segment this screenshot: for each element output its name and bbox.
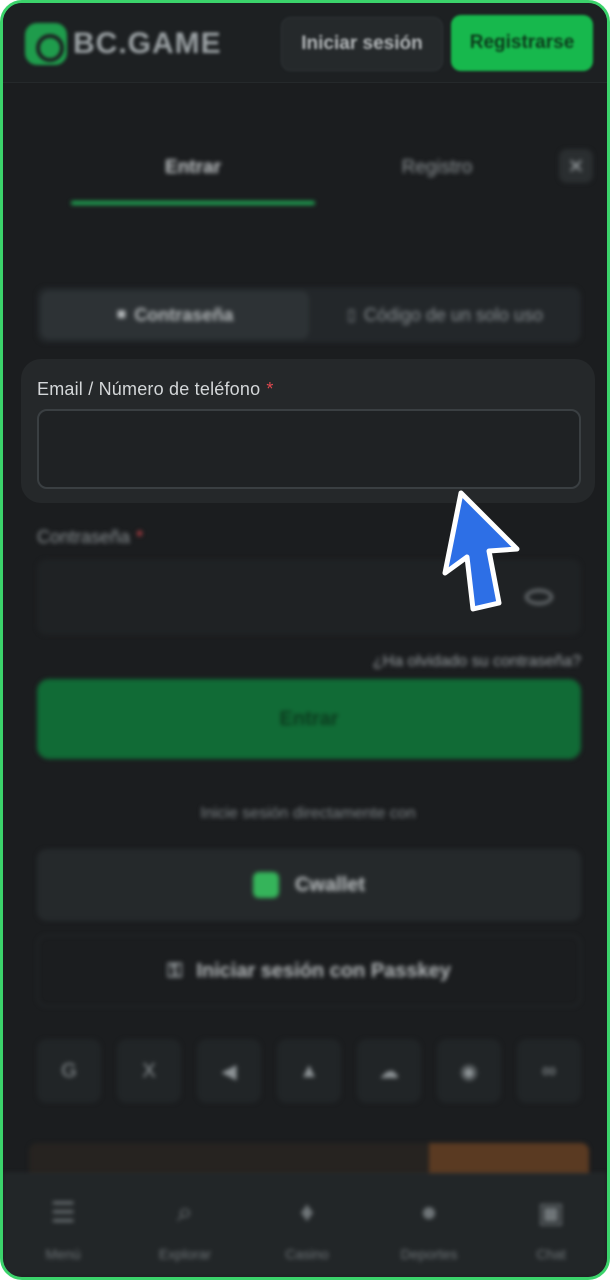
passkey-icon: ⚿ bbox=[167, 959, 183, 982]
nav-chat-label: Chat bbox=[536, 1246, 566, 1262]
bottom-nav: ☰ Menú ⌕ Explorar ♦ Casino ● Deportes ▣ … bbox=[3, 1173, 607, 1277]
login-method-switch: ■ Contraseña ▯ Código de un solo uso bbox=[37, 287, 581, 343]
social-x-button[interactable]: X bbox=[117, 1039, 181, 1103]
password-label-text: Contraseña bbox=[37, 527, 131, 547]
nav-casino-label: Casino bbox=[285, 1246, 329, 1262]
nav-explore[interactable]: ⌕ Explorar bbox=[135, 1192, 235, 1266]
required-mark: * bbox=[266, 379, 274, 399]
password-required-mark: * bbox=[136, 527, 144, 547]
forgot-password-link[interactable]: ¿Ha olvidado su contraseña? bbox=[303, 653, 581, 671]
submit-button[interactable]: Entrar bbox=[37, 679, 581, 759]
search-icon: ⌕ bbox=[177, 1195, 193, 1227]
login-button[interactable]: Iniciar sesión bbox=[281, 17, 443, 71]
nav-casino[interactable]: ♦ Casino bbox=[257, 1192, 357, 1266]
link-icon: ∞ bbox=[541, 1059, 557, 1082]
method-password-option[interactable]: ■ Contraseña bbox=[41, 291, 309, 339]
whatsapp-icon: ◉ bbox=[460, 1060, 478, 1083]
metamask-icon: ▲ bbox=[299, 1059, 319, 1082]
nav-menu[interactable]: ☰ Menú bbox=[13, 1192, 113, 1266]
nav-menu-label: Menú bbox=[45, 1246, 81, 1262]
method-otp-option[interactable]: ▯ Código de un solo uso bbox=[313, 287, 577, 343]
social-cloud-button[interactable]: ☁ bbox=[357, 1039, 421, 1103]
social-google-button[interactable]: G bbox=[37, 1039, 101, 1103]
pointer-arrow-icon bbox=[442, 490, 520, 612]
password-label: Contraseña * bbox=[37, 527, 143, 548]
social-metamask-button[interactable]: ▲ bbox=[277, 1039, 341, 1103]
menu-icon: ☰ bbox=[50, 1196, 76, 1228]
ball-icon: ● bbox=[420, 1196, 438, 1227]
diamond-icon: ♦ bbox=[299, 1196, 315, 1227]
social-telegram-button[interactable]: ◀ bbox=[197, 1039, 261, 1103]
method-password-label: Contraseña bbox=[134, 304, 234, 325]
email-field-highlight: Email / Número de teléfono * bbox=[21, 359, 595, 503]
cwallet-icon bbox=[252, 872, 279, 898]
passkey-label: Iniciar sesión con Passkey bbox=[196, 959, 451, 982]
close-button[interactable]: ✕ bbox=[559, 149, 593, 183]
social-login-row: G X ◀ ▲ ☁ ◉ ∞ bbox=[37, 1039, 581, 1103]
social-link-button[interactable]: ∞ bbox=[517, 1039, 581, 1103]
lock-icon: ■ bbox=[116, 306, 127, 323]
email-input[interactable] bbox=[37, 409, 581, 489]
active-tab-indicator bbox=[71, 201, 315, 205]
nav-sports[interactable]: ● Deportes bbox=[379, 1192, 479, 1266]
top-header: BC.GAME Iniciar sesión Registrarse bbox=[3, 3, 607, 83]
google-icon: G bbox=[61, 1059, 77, 1082]
telegram-icon: ◀ bbox=[221, 1060, 237, 1083]
app-frame: BC.GAME Iniciar sesión Registrarse Entra… bbox=[0, 0, 610, 1280]
social-whatsapp-button[interactable]: ◉ bbox=[437, 1039, 501, 1103]
cwallet-button[interactable]: Cwallet bbox=[37, 849, 581, 921]
nav-chat[interactable]: ▣ Chat bbox=[501, 1192, 601, 1266]
passkey-button[interactable]: ⚿ Iniciar sesión con Passkey bbox=[37, 935, 581, 1007]
close-icon: ✕ bbox=[567, 155, 585, 178]
cloud-icon: ☁ bbox=[379, 1060, 399, 1083]
logo-icon bbox=[25, 23, 67, 65]
phone-icon: ▯ bbox=[347, 307, 356, 324]
logo[interactable]: BC.GAME bbox=[25, 21, 222, 67]
tab-register[interactable]: Registro bbox=[315, 153, 559, 183]
direct-login-caption: Inicie sesión directamente con bbox=[200, 805, 416, 822]
tab-enter[interactable]: Entrar bbox=[71, 153, 315, 183]
email-label-text: Email / Número de teléfono bbox=[37, 379, 261, 399]
nav-sports-label: Deportes bbox=[400, 1246, 458, 1262]
email-label: Email / Número de teléfono * bbox=[37, 379, 274, 400]
nav-explore-label: Explorar bbox=[158, 1246, 212, 1262]
eye-icon[interactable] bbox=[525, 589, 553, 605]
x-icon: X bbox=[142, 1059, 156, 1082]
logo-text: BC.GAME bbox=[73, 27, 222, 60]
cwallet-label: Cwallet bbox=[294, 873, 366, 896]
chat-icon: ▣ bbox=[537, 1196, 565, 1228]
register-button[interactable]: Registrarse bbox=[451, 15, 593, 71]
method-otp-label: Código de un solo uso bbox=[363, 304, 543, 325]
